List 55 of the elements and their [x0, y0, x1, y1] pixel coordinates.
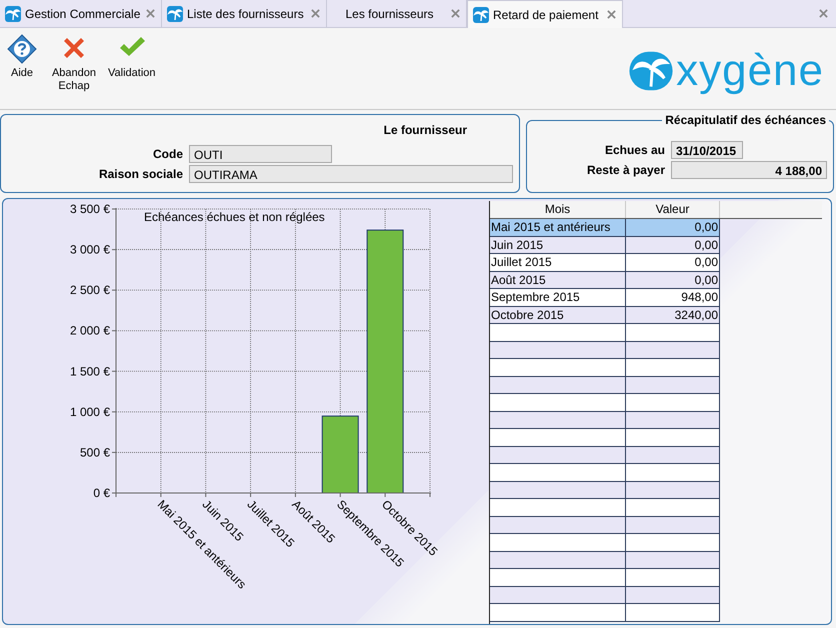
chart-title: Echéances échues et non réglées [144, 210, 325, 224]
axis-label: 500 € [80, 445, 110, 460]
table-cell: Septembre 2015 [490, 289, 626, 306]
table-cell: Octobre 2015 [490, 306, 626, 323]
field-label: Echues au [604, 143, 665, 157]
table-cell: Juillet 2015 [490, 254, 626, 270]
tab[interactable]: Retard de paiement [467, 0, 623, 28]
axis-label: 3 500 € [70, 202, 110, 216]
table-cell: 0,00 [626, 272, 720, 288]
palm-icon [473, 6, 489, 22]
toolbar-button[interactable]: Validation [108, 34, 156, 80]
axis-label: 2 500 € [70, 283, 110, 298]
table-cell: Juin 2015 [490, 236, 626, 253]
input-field[interactable]: OUTIRAMA [189, 165, 513, 183]
toolbar-button[interactable]: Aide [4, 34, 40, 80]
column-header[interactable]: Valeur [626, 201, 720, 218]
panel-title: Récapitulatif des échéances [662, 113, 829, 127]
palm-icon [5, 6, 21, 22]
table-cell: 0,00 [626, 236, 720, 253]
table-cell: 0,00 [626, 219, 720, 236]
table-cell: Mai 2015 et antérieurs [490, 219, 626, 236]
logo: xygène [626, 46, 824, 96]
table-row[interactable]: Mai 2015 et antérieurs 0,00 [490, 219, 720, 236]
axis-label: 2 000 € [70, 324, 110, 338]
close-icon[interactable] [451, 9, 460, 18]
table-cell: Août 2015 [490, 272, 626, 288]
table-cell: 0,00 [626, 254, 720, 270]
input-field[interactable]: 4 188,00 [671, 161, 827, 179]
tab[interactable]: Gestion Commerciale [0, 0, 162, 27]
table-cell: 3240,00 [626, 306, 720, 323]
table-row[interactable]: Septembre 2015 948,00 [490, 289, 720, 306]
column-header[interactable]: Mois [490, 201, 626, 218]
input-field[interactable]: OUTI [189, 145, 332, 163]
toolbar-button[interactable]: Abandon Echap [50, 34, 98, 93]
close-icon[interactable] [311, 9, 320, 18]
table-cell: 948,00 [626, 289, 720, 306]
close-icon[interactable] [819, 9, 828, 18]
axis-label: 0 € [93, 486, 110, 500]
table-row[interactable]: Juin 2015 0,00 [490, 236, 720, 254]
axis-label: 1 500 € [70, 364, 110, 378]
axis-label: 3 000 € [70, 242, 110, 257]
tab[interactable]: Liste des fournisseurs [162, 0, 327, 27]
table-row[interactable]: Octobre 2015 3240,00 [490, 306, 720, 324]
table-row[interactable]: Août 2015 0,00 [490, 272, 720, 289]
input-field[interactable]: 31/10/2015 [671, 141, 743, 159]
field-label: Code [152, 147, 183, 161]
help-icon [7, 34, 37, 64]
field-label: Reste à payer [586, 163, 665, 177]
axis-label: 1 000 € [70, 404, 110, 419]
panel-title: Le fournisseur [384, 123, 467, 137]
table-row[interactable]: Juillet 2015 0,00 [490, 254, 720, 272]
close-icon[interactable] [146, 9, 155, 18]
close-icon[interactable] [607, 10, 616, 19]
field-label: Raison sociale [98, 167, 183, 181]
palm-icon [167, 6, 183, 22]
